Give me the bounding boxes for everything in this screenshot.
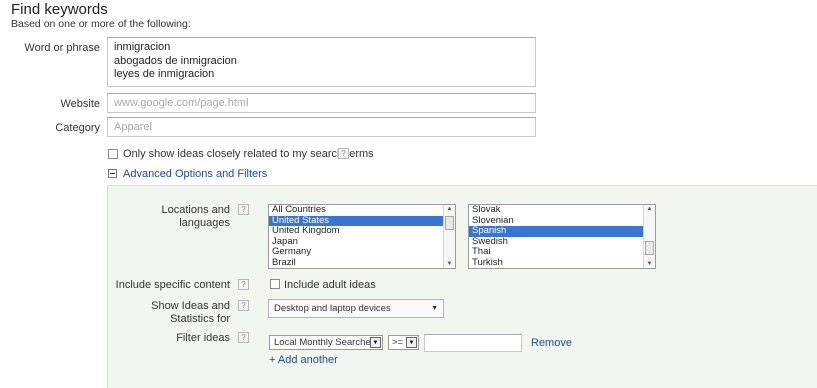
help-icon[interactable]: ?	[238, 279, 249, 290]
list-option[interactable]: Turkish	[469, 257, 643, 269]
show-ideas-label: Show Ideas and Statistics for	[110, 300, 230, 326]
filter-metric-select[interactable]: Local Monthly Searches ▼	[269, 335, 383, 350]
list-option[interactable]: Germany	[269, 246, 443, 258]
list-option[interactable]: Thai	[469, 246, 643, 258]
scroll-thumb[interactable]	[445, 216, 454, 230]
website-label: Website	[60, 98, 100, 110]
scroll-up-arrow-icon[interactable]: ▲	[444, 206, 455, 212]
devices-select[interactable]: Desktop and laptop devices ▼	[268, 299, 444, 318]
keyword-line: leyes de inmigracion	[114, 68, 215, 80]
filter-ideas-label: Filter ideas	[176, 332, 230, 344]
minus-box-icon[interactable]	[108, 169, 117, 178]
word-or-phrase-textarea[interactable]: inmigracion abogados de inmigracion leye…	[107, 37, 536, 87]
languages-label-line: languages	[179, 217, 230, 229]
dropdown-arrow-icon[interactable]: ▼	[406, 337, 417, 348]
countries-listbox[interactable]: All Countries United States United Kingdom…	[268, 204, 456, 269]
list-option[interactable]: Spanish	[469, 225, 643, 237]
locations-languages-label: Locations and languages	[110, 204, 231, 230]
languages-listbox[interactable]: Slovak Slovenian Spanish Swedish Thai Turkish…	[468, 204, 656, 269]
help-icon[interactable]: ?	[238, 300, 249, 311]
website-input[interactable]: www.google.com/page.html	[107, 93, 536, 113]
filter-operator-select[interactable]: >= ▼	[388, 335, 419, 350]
filter-operator-value: >=	[392, 337, 404, 348]
remove-filter-link[interactable]: Remove	[531, 337, 572, 349]
scroll-down-arrow-icon[interactable]: ▼	[644, 261, 655, 267]
languages-list: Slovak Slovenian Spanish Swedish Thai Turkish	[469, 205, 643, 268]
help-icon[interactable]: ?	[238, 204, 249, 215]
word-or-phrase-label: Word or phrase	[24, 42, 100, 54]
page-subtitle: Based on one or more of the following:	[11, 18, 191, 30]
filter-value-input[interactable]	[424, 334, 522, 352]
devices-select-value: Desktop and laptop devices	[274, 303, 391, 314]
statistics-label-line: Statistics for	[170, 313, 230, 325]
adult-ideas-label: Include adult ideas	[284, 279, 376, 291]
page-title: Find keywords	[11, 1, 108, 18]
closely-related-label: Only show ideas closely related to my se…	[123, 148, 374, 160]
dropdown-arrow-icon: ▼	[431, 305, 438, 312]
include-content-label: Include specific content	[115, 279, 230, 291]
help-icon[interactable]: ?	[338, 148, 349, 159]
show-ideas-label-line: Show Ideas and	[151, 300, 230, 312]
list-option[interactable]: All Countries	[269, 205, 443, 216]
help-icon[interactable]: ?	[238, 332, 249, 343]
adult-ideas-checkbox[interactable]	[270, 279, 280, 289]
list-option[interactable]: Brazil	[269, 257, 443, 269]
countries-scrollbar[interactable]: ▲ ▼	[443, 205, 455, 268]
list-option[interactable]: Slovak	[469, 205, 643, 216]
dropdown-arrow-icon[interactable]: ▼	[370, 337, 381, 348]
keyword-line: inmigracion	[114, 41, 171, 53]
list-option[interactable]: United Kingdom	[269, 225, 443, 237]
countries-list: All Countries United States United Kingdom…	[269, 205, 443, 268]
list-option[interactable]: Swedish	[469, 236, 643, 248]
scroll-up-arrow-icon[interactable]: ▲	[644, 206, 655, 212]
filter-metric-value: Local Monthly Searches	[274, 337, 376, 348]
category-input[interactable]: Apparel	[107, 117, 536, 137]
closely-related-checkbox[interactable]	[108, 149, 118, 159]
advanced-options-link[interactable]: Advanced Options and Filters	[123, 168, 267, 180]
add-another-filter-link[interactable]: + Add another	[269, 354, 338, 366]
locations-label-line: Locations and	[161, 204, 231, 216]
keyword-line: abogados de inmigracion	[114, 54, 237, 67]
category-label: Category	[55, 122, 100, 134]
scroll-down-arrow-icon[interactable]: ▼	[444, 261, 455, 267]
languages-scrollbar[interactable]: ▲ ▼	[643, 205, 655, 268]
scroll-thumb[interactable]	[645, 241, 654, 255]
